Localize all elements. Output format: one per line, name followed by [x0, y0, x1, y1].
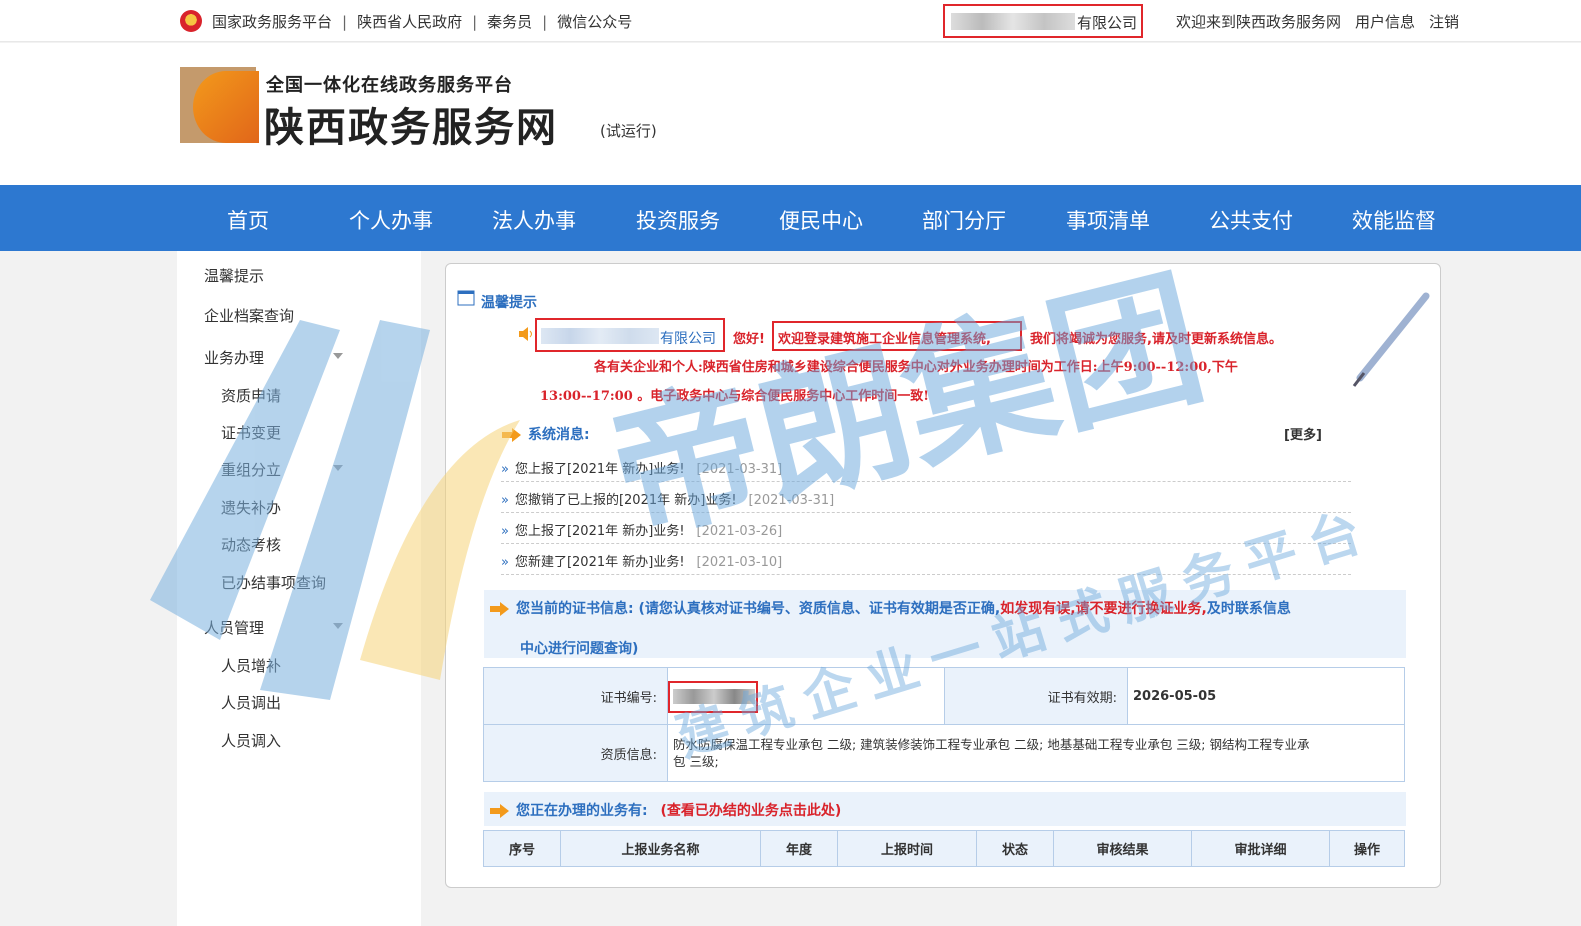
sidebar-item-business[interactable]: 业务办理 [204, 347, 264, 368]
qualification-label: 资质信息: [483, 724, 668, 782]
user-info-link[interactable]: 用户信息 [1355, 13, 1415, 31]
business-header: 您正在办理的业务有: (查看已办结的业务点击此处) [484, 792, 1406, 826]
tip-welcome-system: 欢迎登录建筑施工企业信息管理系统, [778, 332, 991, 347]
view-completed-link[interactable]: (查看已办结的业务点击此处) [660, 803, 841, 819]
cert-expiry-value: 2026-05-05 [1127, 667, 1405, 725]
table-header-row: 序号 上报业务名称 年度 上报时间 状态 审核结果 审批详细 操作 [483, 830, 1405, 867]
nav-legal-person[interactable]: 法人办事 [492, 205, 576, 235]
messages-title: 系统消息: [502, 424, 590, 444]
sidebar-item-lost-reissue[interactable]: 遗失补办 [221, 497, 281, 518]
col-status: 状态 [976, 830, 1054, 867]
message-item[interactable]: » 您新建了[2021年 新办]业务! [2021-03-10] [501, 544, 1351, 575]
cert-head-contact: 及时联系信息 [1206, 601, 1291, 617]
message-item[interactable]: » 您撤销了已上报的[2021年 新办]业务! [2021-03-31] [501, 482, 1351, 513]
nav-supervision[interactable]: 效能监督 [1352, 205, 1436, 235]
nav-investment[interactable]: 投资服务 [636, 205, 720, 235]
cert-head-contact-2: 中心进行问题查询) [520, 641, 639, 657]
notice-line-1: 各有关企业和个人:陕西省住房和城乡建设综合便民服务中心对外业务办理时间为工作日:… [594, 360, 1238, 375]
double-chevron-icon: » [501, 462, 509, 477]
col-index: 序号 [483, 830, 561, 867]
cert-head-warning: 如发现有误,请不要进行换证业务, [1000, 601, 1207, 617]
top-links: 国家政务服务平台 | 陕西省人民政府 | 秦务员 | 微信公众号 [212, 11, 633, 32]
speaker-icon [519, 327, 532, 341]
cert-head-label: 您当前的证书信息: [516, 601, 634, 617]
nav-convenience[interactable]: 便民中心 [779, 205, 863, 235]
message-item[interactable]: » 您上报了[2021年 新办]业务! [2021-03-31] [501, 451, 1351, 482]
sidebar-item-staff-out[interactable]: 人员调出 [221, 692, 281, 713]
cert-expiry-label: 证书有效期: [944, 667, 1128, 725]
logo-emblem-icon [193, 71, 259, 143]
nav-public-payment[interactable]: 公共支付 [1209, 205, 1293, 235]
sidebar-item-staff-add[interactable]: 人员增补 [221, 655, 281, 676]
redacted-cert-number [673, 689, 755, 704]
welcome-text: 欢迎来到陕西政务服务网 [1175, 13, 1341, 31]
sidebar-item-dynamic-check[interactable]: 动态考核 [221, 534, 281, 555]
sidebar-item-restructure[interactable]: 重组分立 [221, 459, 281, 480]
arrow-right-icon [502, 428, 521, 442]
notice-line-2: 13:00--17:00 。电子政务中心与综合便民服务中心工作时间一致! [540, 389, 929, 404]
company-name-highlight: 有限公司 [943, 4, 1143, 38]
main-panel: 温馨提示 有限公司 您好! 欢迎登录建筑施工企业信息管理系统, 我们将竭诚为您服… [445, 263, 1441, 888]
nav-item-list[interactable]: 事项清单 [1066, 205, 1150, 235]
sidebar-item-staff-in[interactable]: 人员调入 [221, 730, 281, 751]
sidebar-item-cert-change[interactable]: 证书变更 [221, 422, 281, 443]
message-item[interactable]: » 您上报了[2021年 新办]业务! [2021-03-26] [501, 513, 1351, 544]
logout-link[interactable]: 注销 [1429, 13, 1459, 31]
double-chevron-icon: » [501, 493, 509, 508]
main-nav: 首页 个人办事 法人办事 投资服务 便民中心 部门分厅 事项清单 公共支付 效能… [0, 185, 1581, 251]
site-header: 全国一体化在线政务服务平台 陕西政务服务网 (试运行) [0, 43, 1581, 185]
cert-table: 证书编号: 证书有效期: 2026-05-05 资质信息: 防水防腐保温工程专业… [483, 667, 1405, 782]
company-suffix: 有限公司 [1077, 14, 1138, 32]
link-national-platform[interactable]: 国家政务服务平台 [212, 11, 332, 32]
cert-number-label: 证书编号: [483, 667, 668, 725]
top-bar: 国家政务服务平台 | 陕西省人民政府 | 秦务员 | 微信公众号 有限公司 欢迎来到陕西政务… [0, 0, 1581, 42]
chevron-down-icon[interactable] [333, 353, 343, 359]
logo-title[interactable]: 陕西政务服务网 [264, 95, 558, 153]
tip-greeting: 您好! [733, 332, 765, 347]
double-chevron-icon: » [501, 555, 509, 570]
nav-home[interactable]: 首页 [227, 205, 269, 235]
cert-header: 您当前的证书信息: (请您认真核对证书编号、资质信息、证书有效期是否正确,如发现… [484, 590, 1406, 658]
nav-departments[interactable]: 部门分厅 [922, 205, 1006, 235]
window-icon [457, 290, 475, 306]
link-qinwuyuan[interactable]: 秦务员 [487, 11, 532, 32]
nav-personal[interactable]: 个人办事 [349, 205, 433, 235]
col-report-time: 上报时间 [837, 830, 977, 867]
link-shaanxi-gov[interactable]: 陕西省人民政府 [357, 11, 462, 32]
double-chevron-icon: » [501, 524, 509, 539]
arrow-right-icon [490, 602, 509, 616]
pen-icon [1352, 292, 1430, 387]
top-right-links: 欢迎来到陕西政务服务网 用户信息 注销 [1162, 11, 1459, 32]
sidebar-item-qualification-apply[interactable]: 资质申请 [221, 385, 281, 406]
more-link[interactable]: [更多] [1284, 424, 1322, 443]
sidebar-item-tips[interactable]: 温馨提示 [204, 265, 264, 286]
tip-title: 温馨提示 [457, 290, 537, 312]
business-head-label: 您正在办理的业务有: [516, 803, 648, 819]
sidebar-item-staff[interactable]: 人员管理 [204, 617, 264, 638]
sidebar-item-archive[interactable]: 企业档案查询 [204, 305, 294, 326]
chevron-down-icon[interactable] [333, 465, 343, 471]
business-table: 序号 上报业务名称 年度 上报时间 状态 审核结果 审批详细 操作 [483, 830, 1405, 867]
col-approval-detail: 审批详细 [1191, 830, 1330, 867]
logo-subtitle: 全国一体化在线政务服务平台 [266, 75, 513, 96]
chevron-down-icon[interactable] [333, 623, 343, 629]
col-operation: 操作 [1329, 830, 1405, 867]
redacted-company-name [541, 328, 659, 344]
col-review-result: 审核结果 [1053, 830, 1192, 867]
qualification-value: 防水防腐保温工程专业承包 二级; 建筑装修装饰工程专业承包 二级; 地基基础工程… [667, 724, 1405, 782]
tip-service-text: 我们将竭诚为您服务,请及时更新系统信息。 [1030, 332, 1282, 347]
cert-number-value [667, 667, 945, 725]
trial-label: (试运行) [600, 122, 657, 140]
sidebar: 温馨提示 企业档案查询 业务办理 资质申请 证书变更 重组分立 遗失补办 动态考… [177, 251, 421, 926]
col-year: 年度 [760, 830, 838, 867]
link-wechat[interactable]: 微信公众号 [557, 11, 632, 32]
national-emblem-icon [180, 10, 202, 32]
sidebar-item-completed-query[interactable]: 已办结事项查询 [221, 572, 326, 593]
tip-company-suffix: 有限公司 [660, 331, 716, 347]
arrow-right-icon [490, 804, 509, 818]
col-business-name: 上报业务名称 [560, 830, 761, 867]
cert-head-note: (请您认真核对证书编号、资质信息、证书有效期是否正确, [638, 601, 1001, 617]
redacted-company-name [951, 13, 1075, 30]
